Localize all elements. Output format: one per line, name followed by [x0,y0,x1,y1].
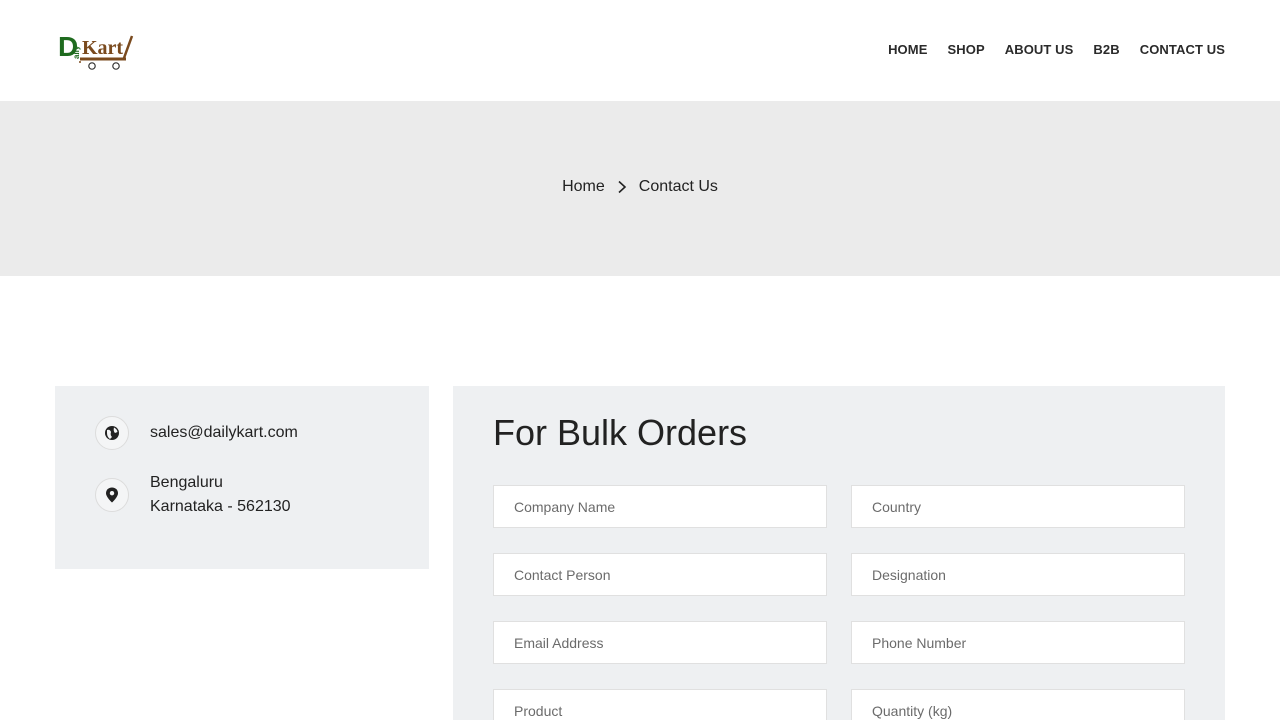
page-banner: Home Contact Us [0,101,1280,276]
email-address-input[interactable] [493,621,827,664]
bulk-order-form: For Bulk Orders [453,386,1225,720]
nav-shop[interactable]: SHOP [947,42,984,57]
address-row: Bengaluru Karnataka - 562130 [95,471,291,519]
contact-person-input[interactable] [493,553,827,596]
phone-number-input[interactable] [851,621,1185,664]
globe-icon [95,416,129,450]
chevron-right-icon [618,180,626,194]
email-link[interactable]: sales@dailykart.com [150,424,298,441]
site-header: D aily Kart HOME SHOP ABOUT US B2B CONTA… [0,0,1280,101]
product-input[interactable] [493,689,827,720]
main-nav: HOME SHOP ABOUT US B2B CONTACT US [888,42,1225,57]
nav-about-us[interactable]: ABOUT US [1005,42,1074,57]
breadcrumb-current: Contact Us [638,178,718,195]
company-name-input[interactable] [493,485,827,528]
nav-home[interactable]: HOME [888,42,927,57]
form-title: For Bulk Orders [493,412,748,453]
address-line-2: Karnataka - 562130 [150,498,291,515]
svg-text:Kart: Kart [82,37,123,59]
contact-info-card: sales@dailykart.com Bengaluru Karnataka … [55,386,429,569]
map-pin-icon [95,478,129,512]
breadcrumb: Home Contact Us [0,178,1280,196]
email-row: sales@dailykart.com [95,416,298,450]
dailykart-logo[interactable]: D aily Kart [58,30,134,72]
breadcrumb-home-link[interactable]: Home [562,178,605,196]
designation-input[interactable] [851,553,1185,596]
nav-contact-us[interactable]: CONTACT US [1140,42,1225,57]
nav-b2b[interactable]: B2B [1093,42,1119,57]
country-input[interactable] [851,485,1185,528]
svg-text:aily: aily [72,45,81,59]
address-line-1: Bengaluru [150,474,223,491]
quantity-input[interactable] [851,689,1185,720]
